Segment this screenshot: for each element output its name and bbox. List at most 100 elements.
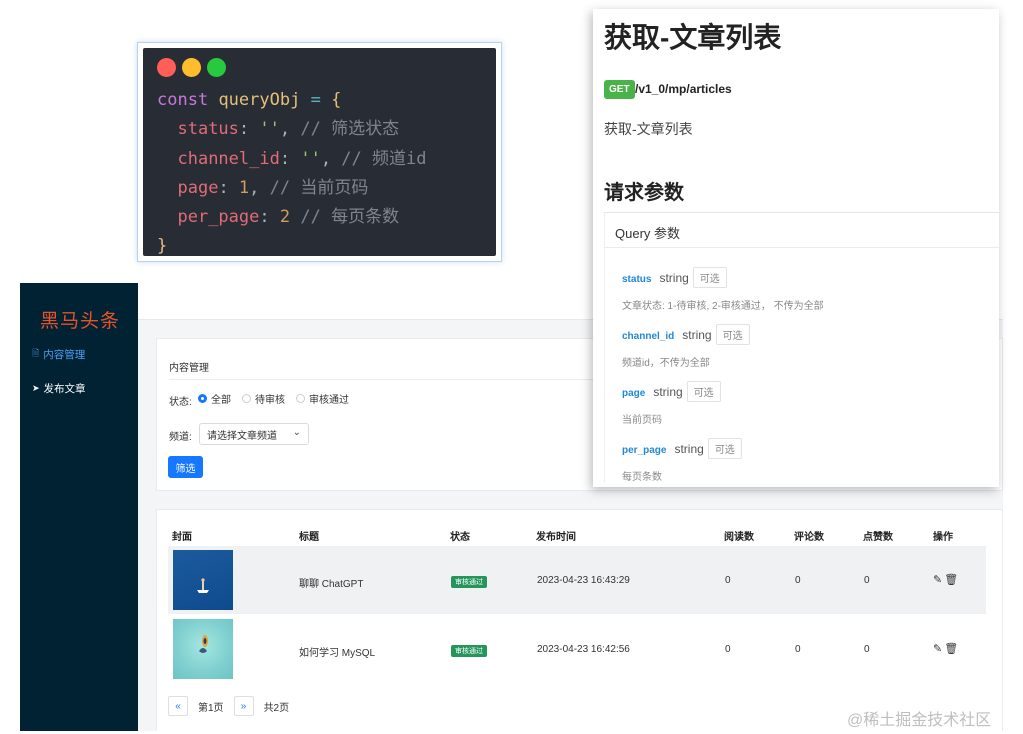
param-item: page string 可选 当前页码 <box>622 381 721 426</box>
column-header-likes: 点赞数 <box>863 532 893 543</box>
param-item: status string 可选 文章状态: 1-待审核, 2-审核通过， 不传为全… <box>622 267 824 312</box>
code-property: page <box>177 177 219 198</box>
minimize-dot <box>182 58 201 77</box>
code-variable: queryObj <box>218 90 301 110</box>
code-comment: // 当前页码 <box>269 177 369 198</box>
status-badge: 审核通过 <box>451 645 487 657</box>
param-name: status <box>622 274 652 285</box>
close-dot <box>157 58 176 77</box>
code-brace: { <box>331 90 342 110</box>
column-header-status: 状态 <box>450 532 470 543</box>
param-item: channel_id string 可选 频道id，不传为全部 <box>622 324 750 369</box>
comment-count: 0 <box>795 644 801 655</box>
article-title: 聊聊 ChatGPT <box>299 579 364 590</box>
code-lines: const queryObj = { status: '', // 筛选状态 c… <box>157 86 496 262</box>
row-actions: ✎ 🗑 <box>933 573 958 586</box>
param-description: 每页条数 <box>622 472 662 483</box>
comment-count: 0 <box>795 575 801 586</box>
api-path[interactable]: /v1_0/mp/articles <box>635 82 732 96</box>
status-label: 状态: <box>169 397 192 408</box>
radio-label: 待审核 <box>255 395 285 406</box>
code-line: const queryObj = { <box>157 90 341 110</box>
delete-icon[interactable]: 🗑 <box>944 642 958 655</box>
param-optional-tag: 可选 <box>686 381 721 402</box>
code-string: '' <box>300 148 321 169</box>
code-operator: = <box>310 90 321 110</box>
divider <box>604 247 999 248</box>
code-line: status: '', // 筛选状态 <box>177 119 400 140</box>
radio-unchecked-icon <box>296 394 305 403</box>
http-method-badge: GET <box>604 80 635 99</box>
table-row: 如何学习 MySQL 审核通过 2023-04-23 16:42:56 0 0 … <box>168 615 986 683</box>
delete-icon[interactable]: 🗑 <box>944 573 958 586</box>
code-line: } <box>157 236 167 256</box>
radio-label: 审核通过 <box>309 395 349 406</box>
edit-icon[interactable]: ✎ <box>933 573 942 586</box>
article-cover-image <box>173 619 233 679</box>
channel-label: 频道: <box>169 432 192 443</box>
column-header-publish-time: 发布时间 <box>536 532 576 543</box>
chevron-down-icon: ⌄ <box>292 427 301 438</box>
param-description: 当前页码 <box>622 415 662 426</box>
code-brace: } <box>157 236 168 257</box>
code-comment: // 频道id <box>341 148 427 169</box>
param-type: string <box>653 385 683 399</box>
panel-title: 内容管理 <box>169 363 209 374</box>
code-number: 2 <box>279 207 291 228</box>
code-comment: // 筛选状态 <box>300 119 400 140</box>
publish-time: 2023-04-23 16:43:29 <box>537 575 630 586</box>
param-name: per_page <box>622 445 667 456</box>
current-page: 第1页 <box>198 702 224 714</box>
column-header-comments: 评论数 <box>794 532 824 543</box>
param-type: string <box>674 442 704 456</box>
params-heading: 请求参数 <box>604 182 684 204</box>
like-count: 0 <box>864 644 870 655</box>
sidebar-item-content-management[interactable]: 🗎 内容管理 <box>32 346 85 362</box>
select-placeholder: 请选择文章频道 <box>207 430 277 442</box>
radio-approved[interactable]: 审核通过 <box>296 391 349 406</box>
code-line: per_page: 2 // 每页条数 <box>177 207 400 228</box>
api-doc-card: 获取-文章列表 GET /v1_0/mp/articles 获取-文章列表 请求… <box>593 9 999 487</box>
sidebar: 黑马头条 🗎 内容管理 ➤ 发布文章 <box>20 283 138 731</box>
sidebar-item-publish-article[interactable]: ➤ 发布文章 <box>32 381 86 396</box>
next-page-button[interactable]: » <box>233 696 254 716</box>
send-icon: ➤ <box>32 383 40 393</box>
code-editor: const queryObj = { status: '', // 筛选状态 c… <box>143 48 496 256</box>
param-description: 文章状态: 1-待审核, 2-审核通过， 不传为全部 <box>622 301 824 312</box>
sidebar-item-label: 内容管理 <box>43 348 86 361</box>
prev-page-button[interactable]: « <box>168 696 188 716</box>
radio-checked-icon <box>198 394 207 403</box>
code-number: 1 <box>238 177 250 198</box>
code-snippet-card: const queryObj = { status: '', // 筛选状态 c… <box>137 42 502 262</box>
channel-select[interactable]: 请选择文章频道 ⌄ <box>199 423 309 445</box>
document-icon: 🗎 <box>32 348 40 358</box>
param-name: page <box>622 388 646 399</box>
api-title: 获取-文章列表 <box>604 22 782 53</box>
dolphin-figure-illustration <box>199 635 208 653</box>
radio-all[interactable]: 全部 <box>198 391 231 406</box>
read-count: 0 <box>725 644 731 655</box>
sidebar-item-label: 发布文章 <box>43 383 86 395</box>
column-header-title: 标题 <box>299 532 319 543</box>
param-optional-tag: 可选 <box>707 438 742 459</box>
code-property: status <box>177 119 239 140</box>
article-cover-image <box>173 550 233 610</box>
api-description: 获取-文章列表 <box>604 121 693 137</box>
edit-icon[interactable]: ✎ <box>933 642 942 655</box>
filter-button[interactable]: 筛选 <box>168 456 203 478</box>
code-property: per_page <box>177 207 260 228</box>
publish-time: 2023-04-23 16:42:56 <box>537 644 630 655</box>
param-type: string <box>682 328 712 342</box>
code-keyword: const <box>157 90 209 110</box>
window-controls <box>157 58 496 78</box>
total-pages: 共2页 <box>263 702 290 714</box>
pagination: « 第1页 » 共2页 <box>168 696 289 716</box>
radio-pending[interactable]: 待审核 <box>242 391 285 406</box>
article-table-panel: 封面 标题 状态 发布时间 阅读数 评论数 点赞数 操作 聊聊 ChatGPT … <box>156 509 1003 731</box>
divider <box>604 213 605 483</box>
radio-label: 全部 <box>211 395 231 406</box>
brand-logo: 黑马头条 <box>40 311 121 332</box>
param-type: string <box>659 271 689 285</box>
maximize-dot <box>207 58 226 77</box>
read-count: 0 <box>725 575 731 586</box>
